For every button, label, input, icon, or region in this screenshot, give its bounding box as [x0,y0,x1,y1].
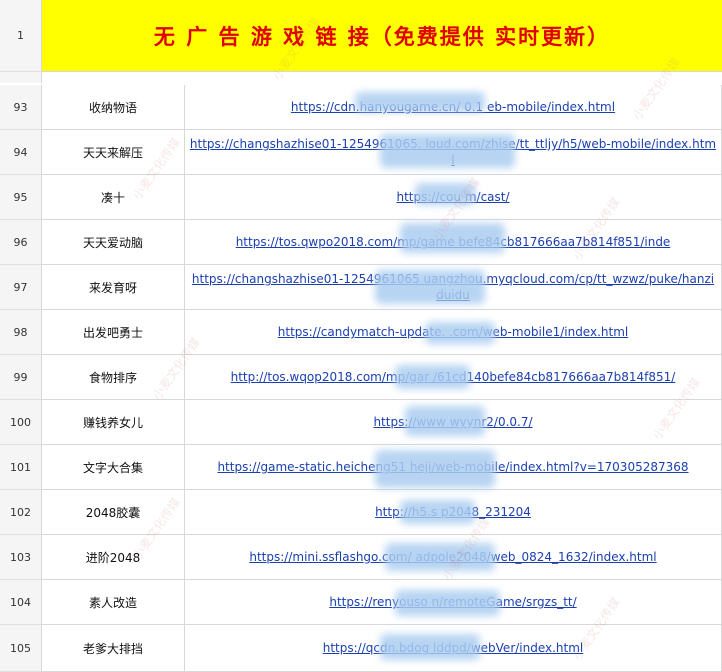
game-name-cell[interactable]: 来发育呀 [42,265,185,310]
redaction-blur [355,92,485,112]
table-row: 1022048胶囊http://h5.s p2048_231204 [0,490,722,535]
redaction-blur [395,365,470,389]
redaction-blur [375,450,495,488]
game-name-cell[interactable]: 2048胶囊 [42,490,185,535]
row-number[interactable]: 102 [0,490,42,535]
row-number[interactable]: 100 [0,400,42,445]
row-number[interactable]: 1 [0,0,42,72]
game-name-cell[interactable]: 赚钱养女儿 [42,400,185,445]
game-name-cell[interactable]: 进阶2048 [42,535,185,580]
row-number[interactable]: 105 [0,625,42,672]
table-row: 96 天天爱动脑 https://tos.qwpo2018.com/mp/game … [0,220,722,265]
title-cell[interactable]: 无 广 告 游 戏 链 接（免费提供 实时更新） [42,0,722,72]
table-row: 94 天天来解压 https://changshazhise01-125496106… [0,130,722,175]
game-name-cell[interactable]: 文字大合集 [42,445,185,490]
redaction-blur [400,223,505,253]
table-row: 101 文字大合集 https://game-static.heicheng51 h… [0,445,722,490]
game-name-cell[interactable]: 老爹大排挡 [42,625,185,672]
row-number[interactable]: 103 [0,535,42,580]
game-name-cell[interactable]: 食物排序 [42,355,185,400]
redaction-blur [385,543,495,571]
game-name-cell[interactable]: 出发吧勇士 [42,310,185,355]
table-row: 99 食物排序 http://tos.wqop2018.com/mp/gar /61… [0,355,722,400]
game-name-cell[interactable]: 收纳物语 [42,85,185,130]
table-row: 98 出发吧勇士 https://candymatch-update. .com/w… [0,310,722,355]
redaction-blur [400,500,475,524]
redaction-blur [380,134,515,168]
game-name-cell[interactable]: 素人改造 [42,580,185,625]
table-row: 103 进阶2048 https://mini.ssflashgo.com/ adp… [0,535,722,580]
row-number[interactable]: 98 [0,310,42,355]
spreadsheet: 1 无 广 告 游 戏 链 接（免费提供 实时更新） 93收纳物语https:/… [0,0,722,672]
row-number[interactable]: 94 [0,130,42,175]
header-row: 1 无 广 告 游 戏 链 接（免费提供 实时更新） [0,0,722,72]
frozen-gap [0,72,722,83]
game-name-cell[interactable]: 天天爱动脑 [42,220,185,265]
redaction-blur [405,406,485,436]
table-row: 100赚钱养女儿https://www wyynr2/0.0.7/ [0,400,722,445]
table-row: 104 素人改造 https://renyouso n/remoteGame/srg… [0,580,722,625]
row-number[interactable]: 93 [0,85,42,130]
redaction-blur [375,270,485,304]
redaction-blur [380,634,480,660]
table-row: 97 来发育呀 https://changshazhise01-1254961065… [0,265,722,310]
table-row: 105 老爹大排挡 https://qcdn.bdog lddpd/webVer/i… [0,625,722,672]
row-number[interactable]: 99 [0,355,42,400]
row-number[interactable]: 101 [0,445,42,490]
redaction-blur [415,183,475,205]
game-name-cell[interactable]: 凑十 [42,175,185,220]
game-name-cell[interactable]: 天天来解压 [42,130,185,175]
row-number[interactable]: 104 [0,580,42,625]
redaction-blur [395,590,500,616]
table-row: 95凑十https://cou m/cast/ [0,175,722,220]
row-number[interactable]: 97 [0,265,42,310]
redaction-blur [425,322,495,344]
row-number[interactable]: 96 [0,220,42,265]
row-number[interactable]: 95 [0,175,42,220]
